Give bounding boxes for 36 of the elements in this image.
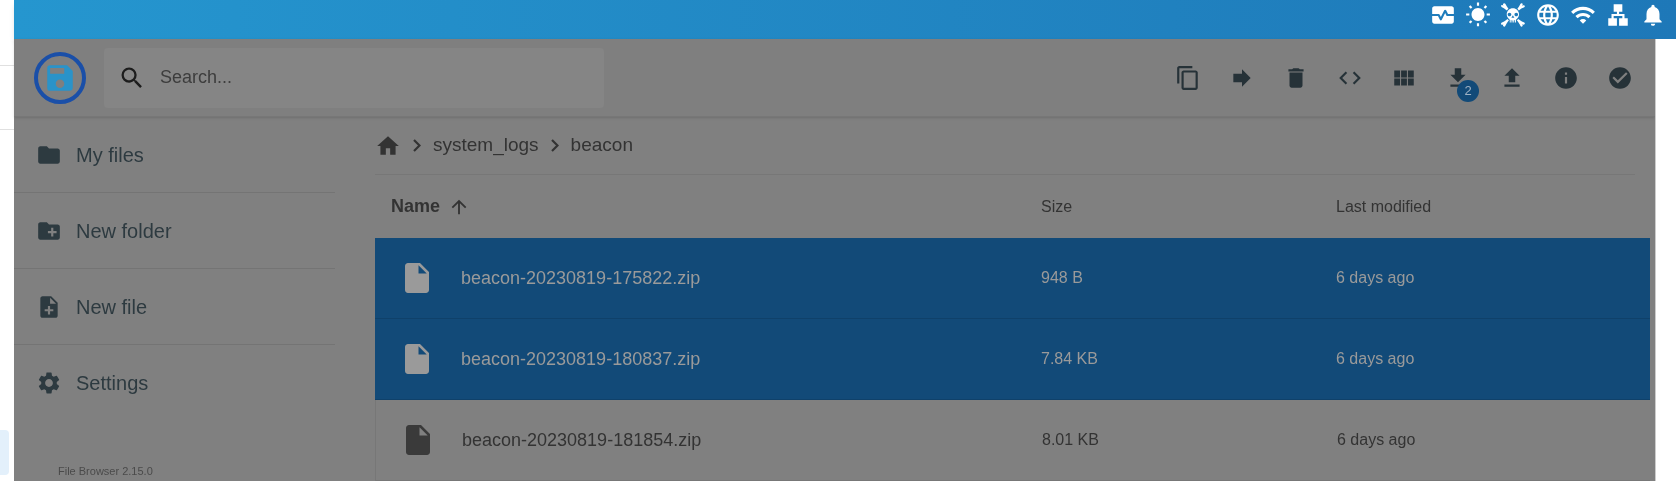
file-modified: 6 days ago xyxy=(1336,349,1415,369)
column-header[interactable]: Last modified xyxy=(1336,194,1432,219)
sidebar-item[interactable]: My files xyxy=(36,139,144,170)
file-modified: 6 days ago xyxy=(1337,430,1416,450)
file-name: beacon-20230819-175822.zip xyxy=(461,266,701,290)
column-header[interactable]: Name xyxy=(375,193,1041,220)
panel-edge xyxy=(0,430,9,475)
scrollbar[interactable] xyxy=(1655,39,1676,481)
file-modified: 6 days ago xyxy=(1336,268,1415,288)
file-row[interactable]: beacon-20230819-175822.zip 948 B 6 days ago xyxy=(375,238,1650,319)
search-field[interactable]: Search... xyxy=(104,47,604,108)
column-header[interactable]: Size xyxy=(1041,194,1336,219)
file-size: 948 B xyxy=(1041,268,1084,288)
globe-icon[interactable] xyxy=(1535,2,1561,28)
breadcrumb-link[interactable]: system_logs xyxy=(433,131,539,160)
sun-icon[interactable] xyxy=(1465,2,1491,28)
download-count-badge: 2 xyxy=(1457,79,1479,102)
chevron-right-icon xyxy=(413,139,421,152)
download-button[interactable]: 2 xyxy=(1431,53,1485,102)
logo-icon[interactable] xyxy=(34,51,86,104)
network-icon[interactable] xyxy=(1605,2,1631,28)
copy-icon xyxy=(1175,64,1201,91)
file-size: 7.84 KB xyxy=(1041,349,1099,369)
sidebar-item[interactable]: New folder xyxy=(36,215,172,246)
settings-icon xyxy=(36,370,62,396)
chevron-right-icon xyxy=(550,139,559,152)
file-name: beacon-20230819-180837.zip xyxy=(461,347,701,371)
file-row[interactable]: beacon-20230819-180837.zip 7.84 KB 6 days ago xyxy=(375,319,1650,400)
file-row[interactable]: beacon-20230819-181854.zip 8.01 KB 6 days ago xyxy=(375,400,1650,481)
breadcrumb-link[interactable]: beacon xyxy=(570,131,633,160)
info-icon xyxy=(1553,64,1579,91)
skull-crossbones-icon[interactable] xyxy=(1500,2,1526,28)
sidebar-item[interactable]: Settings xyxy=(36,368,149,398)
file-size: 8.01 KB xyxy=(1042,430,1100,450)
sidebar-item[interactable]: New file xyxy=(36,291,148,322)
file-name: beacon-20230819-181854.zip xyxy=(462,428,702,452)
